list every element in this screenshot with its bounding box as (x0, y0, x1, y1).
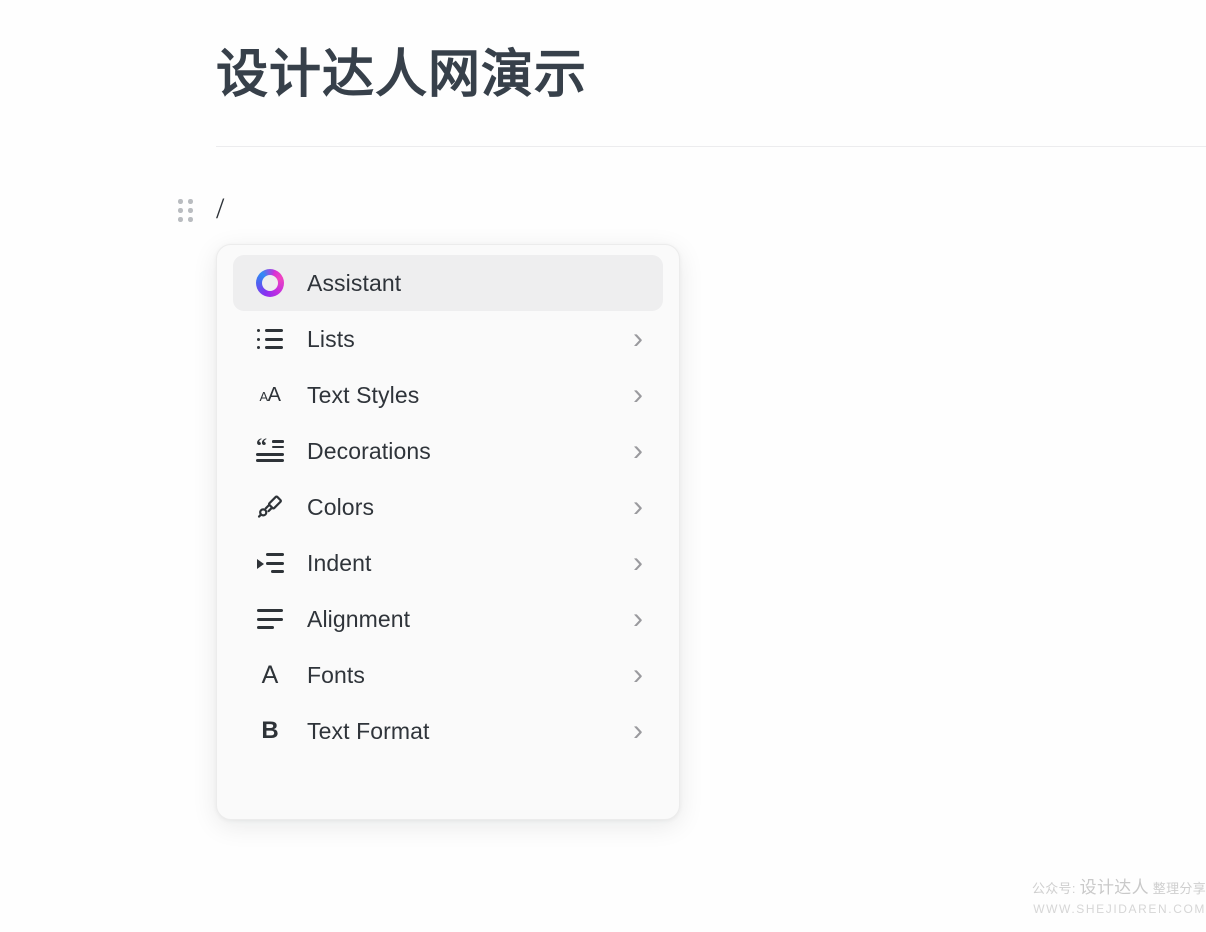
menu-item-alignment[interactable]: Alignment › (233, 591, 663, 647)
menu-item-text-styles[interactable]: AA Text Styles › (233, 367, 663, 423)
slash-menu-list[interactable]: Assistant Lists › AA Text Styles › “ Dec… (217, 255, 679, 819)
assistant-ring-icon (253, 266, 287, 300)
watermark: 公众号: 设计达人 整理分享 WWW.SHEJIDAREN.COM (1026, 875, 1206, 919)
page-root: 设计达人网演示 / Assistant Lists › A A Text Sty… (0, 0, 1206, 932)
menu-item-label: Colors (307, 493, 375, 520)
watermark-prefix: 公众号: (1031, 880, 1076, 896)
chevron-right-icon[interactable]: › (627, 716, 649, 746)
menu-item-label: Decorations (307, 437, 431, 464)
watermark-url: WWW.SHEJIDAREN.COM (1033, 902, 1206, 916)
drag-dot (178, 199, 183, 204)
indent-icon (253, 546, 287, 580)
watermark-line-1: 公众号: 设计达人 整理分享 (1026, 875, 1206, 901)
chevron-right-icon[interactable]: › (627, 324, 649, 354)
drag-dot (188, 217, 193, 222)
menu-item-text-format[interactable]: B Text Format › (233, 703, 663, 759)
drag-dot (178, 208, 183, 213)
title-divider (216, 146, 1206, 147)
menu-item-label: Text Styles (307, 381, 420, 408)
menu-item-label: Fonts (307, 661, 366, 688)
menu-item-label: Indent (307, 549, 372, 576)
drag-handle-icon[interactable] (176, 197, 196, 225)
font-a-icon: A (261, 660, 279, 689)
menu-item-colors[interactable]: Colors › (233, 479, 663, 535)
menu-item-decorations[interactable]: “ Decorations › (233, 423, 663, 479)
menu-item-label: Assistant (307, 269, 402, 296)
menu-item-fonts[interactable]: A Fonts › (233, 647, 663, 703)
drag-dot (178, 217, 183, 222)
menu-item-label: Alignment (307, 605, 411, 632)
bold-b-icon: B (261, 717, 279, 744)
chevron-right-icon[interactable]: › (627, 492, 649, 522)
watermark-brand: 设计达人 (1079, 877, 1149, 897)
slash-command-menu: Assistant Lists › AA Text Styles › “ Dec… (216, 244, 680, 820)
watermark-suffix: 整理分享 (1152, 880, 1206, 896)
chevron-right-icon[interactable]: › (627, 604, 649, 634)
menu-item-indent[interactable]: Indent › (233, 535, 663, 591)
text-styles-aa-icon: AA (259, 383, 281, 406)
menu-item-label: Text Format (307, 717, 430, 744)
menu-item-assistant[interactable]: Assistant (233, 255, 663, 311)
align-left-icon (253, 602, 287, 636)
menu-item-lists[interactable]: Lists › (233, 311, 663, 367)
paintbrush-icon (253, 490, 287, 524)
chevron-right-icon[interactable]: › (627, 660, 649, 690)
chevron-right-icon[interactable]: › (627, 380, 649, 410)
chevron-right-icon[interactable]: › (627, 548, 649, 578)
drag-dot (188, 208, 193, 213)
slash-command-text[interactable]: / (216, 192, 224, 226)
menu-item-label: Lists (307, 325, 355, 352)
blockquote-icon: “ (253, 434, 287, 468)
bulleted-list-icon (253, 322, 287, 356)
chevron-right-icon[interactable]: › (627, 436, 649, 466)
editor-block-row: / (172, 186, 572, 236)
page-title: 设计达人网演示 (216, 46, 588, 104)
drag-dot (188, 199, 193, 204)
